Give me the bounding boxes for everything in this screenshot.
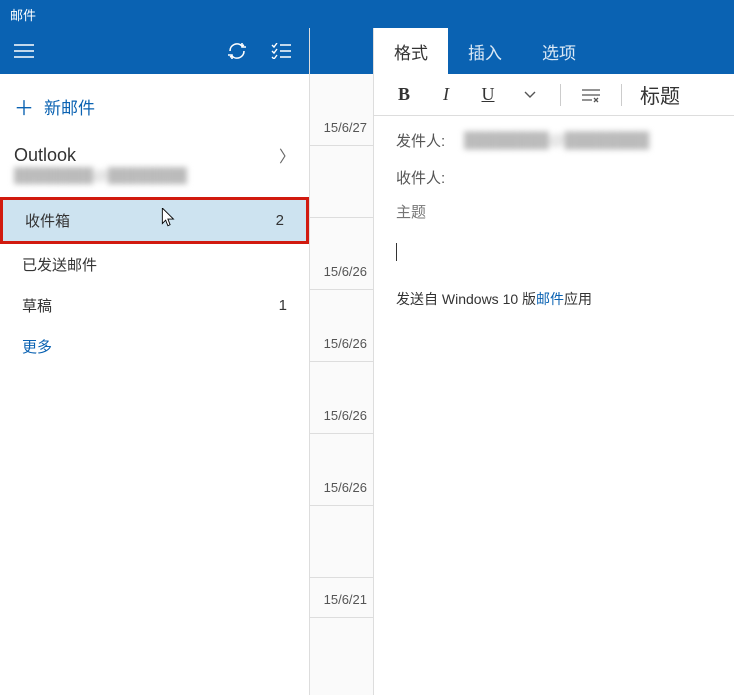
message-date: 15/6/27 [324, 120, 367, 135]
cursor-icon [161, 208, 177, 228]
account-name: Outlook [14, 145, 76, 166]
message-item[interactable] [310, 146, 373, 218]
plus-icon: ＋ [14, 92, 34, 121]
message-item[interactable]: 15/6/27 [310, 74, 373, 146]
message-item[interactable]: 15/6/26 [310, 218, 373, 290]
message-item[interactable]: 15/6/26 [310, 362, 373, 434]
signature-link[interactable]: 邮件 [536, 291, 564, 307]
message-list-strip: 15/6/27 15/6/26 15/6/26 15/6/26 15/6/26 15/6/… [310, 28, 374, 695]
folder-label: 草稿 [22, 295, 52, 316]
folder-sent[interactable]: 已发送邮件 [0, 244, 309, 285]
folder-count: 2 [276, 212, 284, 229]
new-mail-button[interactable]: ＋ 新邮件 [0, 74, 309, 139]
from-row: 发件人: ████████@████████ [396, 130, 712, 151]
tab-format[interactable]: 格式 [374, 28, 448, 74]
heading-button[interactable]: 标题 [634, 80, 686, 109]
hamburger-button[interactable] [8, 35, 40, 67]
folder-label: 已发送邮件 [22, 254, 97, 275]
message-item[interactable]: 15/6/26 [310, 290, 373, 362]
compose-panel: 格式 插入 选项 B I U 标题 发件人: ████████@████████ [374, 28, 734, 695]
bold-button[interactable]: B [386, 79, 422, 111]
chevron-down-icon [524, 91, 536, 99]
account-email: ████████@████████ [0, 167, 309, 191]
message-item[interactable]: 15/6/26 [310, 434, 373, 506]
message-list-header [310, 28, 373, 74]
chevron-right-icon: 〉 [279, 143, 295, 167]
folder-count: 1 [279, 297, 287, 314]
to-label: 收件人: [396, 167, 450, 188]
message-date: 15/6/26 [324, 408, 367, 423]
folder-label: 更多 [22, 336, 52, 357]
folder-drafts[interactable]: 草稿 1 [0, 285, 309, 326]
message-editor[interactable]: 发送自 Windows 10 版邮件应用 [396, 243, 712, 681]
new-mail-label: 新邮件 [44, 94, 95, 119]
folder-list: 收件箱 2 已发送邮件 草稿 1 更多 [0, 197, 309, 367]
tab-options[interactable]: 选项 [522, 28, 596, 74]
folder-inbox[interactable]: 收件箱 2 [0, 197, 309, 244]
toolbar-separator [560, 84, 561, 106]
folder-label: 收件箱 [25, 210, 70, 231]
underline-button[interactable]: U [470, 79, 506, 111]
text-cursor [396, 243, 397, 261]
message-date: 15/6/21 [324, 592, 367, 607]
font-dropdown-button[interactable] [512, 79, 548, 111]
sidebar-top-actions [0, 28, 309, 74]
message-date: 15/6/26 [324, 480, 367, 495]
folder-more[interactable]: 更多 [0, 326, 309, 367]
message-item[interactable] [310, 506, 373, 578]
format-toolbar: B I U 标题 [374, 74, 734, 116]
from-value: ████████@████████ [464, 132, 649, 149]
hamburger-icon [14, 44, 34, 58]
compose-tabs: 格式 插入 选项 [374, 28, 734, 74]
toolbar-separator [621, 84, 622, 106]
select-mode-icon [271, 43, 291, 59]
message-date: 15/6/26 [324, 264, 367, 279]
italic-button[interactable]: I [428, 79, 464, 111]
tab-insert[interactable]: 插入 [448, 28, 522, 74]
sidebar: ＋ 新邮件 Outlook 〉 ████████@████████ 收件箱 2 … [0, 28, 310, 695]
message-date: 15/6/26 [324, 336, 367, 351]
message-item[interactable]: 15/6/21 [310, 578, 373, 618]
to-row[interactable]: 收件人: [396, 167, 712, 188]
subject-row[interactable] [396, 204, 712, 221]
clear-format-icon [582, 87, 600, 103]
clear-format-button[interactable] [573, 79, 609, 111]
sync-icon [227, 41, 247, 61]
select-mode-button[interactable] [261, 35, 301, 67]
compose-body: 发件人: ████████@████████ 收件人: 发送自 Windows … [374, 116, 734, 695]
window-title: 邮件 [10, 5, 36, 24]
window-titlebar: 邮件 [0, 0, 734, 28]
signature: 发送自 Windows 10 版邮件应用 [396, 289, 712, 309]
account-row[interactable]: Outlook 〉 [0, 139, 309, 167]
sync-button[interactable] [217, 35, 257, 67]
from-label: 发件人: [396, 130, 450, 151]
subject-input[interactable] [396, 204, 712, 221]
